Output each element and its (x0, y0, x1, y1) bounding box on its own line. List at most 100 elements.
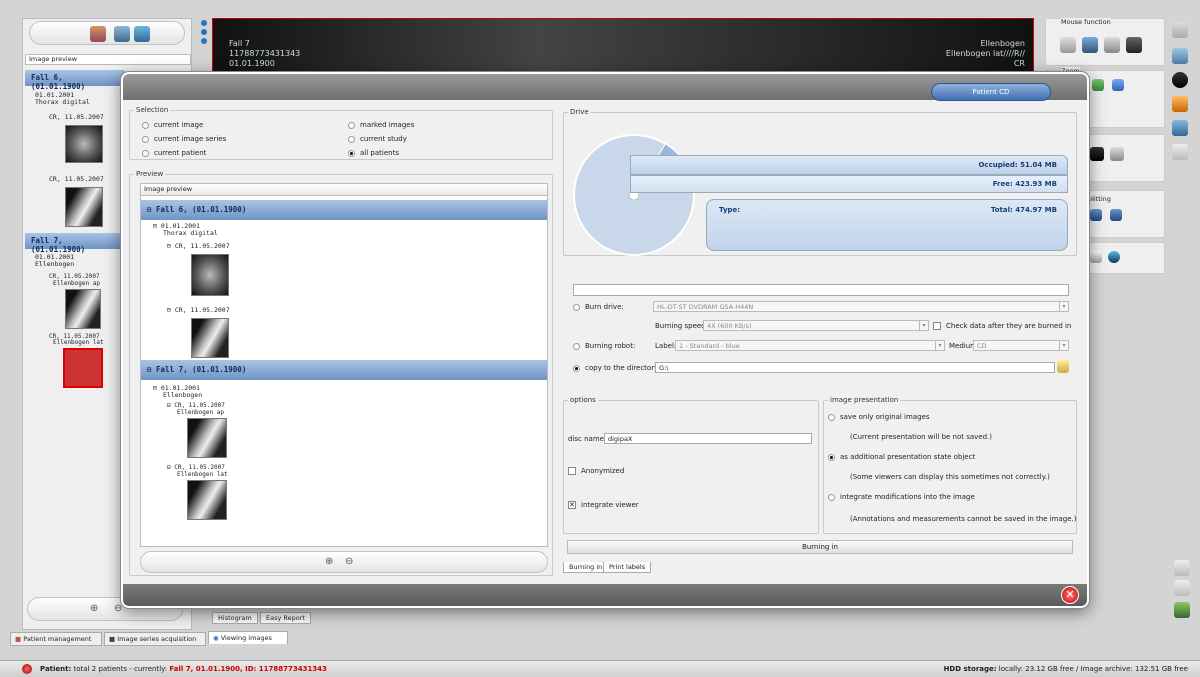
left-thumb-3[interactable] (65, 289, 101, 329)
option-burning-robot[interactable]: Burning robot: (573, 342, 635, 350)
trash-icon[interactable] (1174, 602, 1190, 618)
radio-burning-robot[interactable] (573, 342, 580, 350)
label-select[interactable]: 1 - Standard - blue ▾ (675, 340, 945, 351)
preview-thumb-elbow-lat[interactable] (187, 480, 227, 520)
option-all-patients[interactable]: all patients (348, 149, 399, 157)
left-fall6-series1[interactable]: CR, 11.05.2007 (49, 113, 104, 121)
split-4-icon[interactable] (1110, 209, 1122, 221)
option-current-image-series[interactable]: current image series (142, 135, 226, 143)
globe-icon[interactable] (1108, 251, 1120, 263)
rotate-icon[interactable] (1082, 37, 1098, 53)
radio-current-patient[interactable] (142, 149, 149, 157)
option-burn-drive[interactable]: Burn drive: (573, 303, 624, 311)
check-data-checkbox[interactable] (933, 322, 941, 330)
option-current-image[interactable]: current image (142, 121, 203, 129)
tree-fall6[interactable]: ⊟ Fall 6, (01.01.1900) (141, 200, 547, 220)
left-fall6-series2[interactable]: CR, 11.05.2007 (49, 175, 104, 183)
left-fall7-series2-sub[interactable]: Ellenbogen lat (53, 339, 104, 346)
preview-thumb-chest-2[interactable] (191, 318, 229, 358)
tree-fall7-series2[interactable]: ⊟ CR, 11.05.2007 (167, 464, 225, 471)
anonymized-option[interactable]: Anonymized (568, 467, 624, 475)
radio-original-images[interactable] (828, 413, 835, 421)
burning-in-button[interactable]: Burning in (567, 540, 1073, 554)
radio-copy-directory[interactable] (573, 364, 580, 372)
tab-burning-in[interactable]: Burning in (563, 562, 609, 573)
check-data-option[interactable]: Check data after they are burned in (933, 322, 1071, 330)
radio-burn-drive[interactable] (573, 303, 580, 311)
series-icon[interactable] (114, 26, 130, 42)
zoom-in-icon[interactable]: ⊕ (90, 603, 98, 614)
tab-print-labels[interactable]: Print labels (603, 562, 652, 573)
tab-easy-report[interactable]: Easy Report (260, 612, 311, 624)
integrate-viewer-checkbox[interactable]: ✕ (568, 501, 576, 509)
option-current-patient[interactable]: current patient (142, 149, 206, 157)
radio-all-patients[interactable] (348, 149, 355, 157)
annotate-icon[interactable] (1172, 22, 1188, 38)
radio-presentation-state[interactable] (828, 453, 835, 461)
patient-cd-button[interactable]: Patient CD (931, 83, 1051, 101)
option-marked-images[interactable]: marked images (348, 121, 414, 129)
tab-histogram[interactable]: Histogram (212, 612, 258, 624)
left-thumb-2[interactable] (65, 187, 103, 227)
option-integrate-modifications[interactable]: integrate modifications into the image (828, 493, 975, 501)
left-thumb-1[interactable] (65, 125, 103, 163)
option-current-study[interactable]: current study (348, 135, 407, 143)
document-icon[interactable] (1090, 251, 1102, 263)
contrast-icon[interactable] (1126, 37, 1142, 53)
radio-integrate-modifications[interactable] (828, 493, 835, 501)
folder-browse-icon[interactable] (1057, 360, 1069, 373)
option-presentation-state[interactable]: as additional presentation state object (828, 453, 975, 461)
image-viewer[interactable]: Fall 7 11788773431343 01.01.1900 Ellenbo… (212, 18, 1034, 78)
layout-icon[interactable] (1110, 147, 1124, 161)
zoom-fit-icon[interactable] (1092, 79, 1104, 91)
stack-icon[interactable] (1172, 144, 1188, 160)
copy-directory-input[interactable]: G:\ (655, 362, 1055, 373)
tree-fall7-series1[interactable]: ⊟ CR, 11.05.2007 (167, 402, 225, 409)
crop-icon[interactable] (1172, 120, 1188, 136)
preview-zoom-out-icon[interactable]: ⊖ (345, 556, 353, 567)
zoom-out-icon[interactable]: ⊖ (114, 603, 122, 614)
window-level-icon[interactable] (1172, 72, 1188, 88)
burn-drive-select[interactable]: HL-DT-ST DVDRAM GSA-H44N ▾ (653, 301, 1069, 312)
disc-name-input[interactable]: digipaX (604, 433, 812, 444)
radio-current-image-series[interactable] (142, 135, 149, 143)
left-thumb-selected[interactable] (63, 348, 103, 388)
option-original-images[interactable]: save only original images (828, 413, 929, 421)
split-2-icon[interactable] (1090, 209, 1102, 221)
left-fall7-series1-sub[interactable]: Ellenbogen ap (53, 280, 100, 287)
patient-icon[interactable] (90, 26, 106, 42)
left-fall7-series1[interactable]: CR, 11.05.2007 (49, 273, 100, 280)
tab-patient-management[interactable]: ■ Patient management (10, 632, 102, 646)
option-copy-directory[interactable]: copy to the directory: (573, 364, 660, 372)
preview-thumb-elbow-ap[interactable] (187, 418, 227, 458)
integrate-viewer-option[interactable]: ✕ integrate viewer (568, 501, 639, 509)
radio-current-study[interactable] (348, 135, 355, 143)
sync-icon[interactable] (1172, 48, 1188, 64)
tools-icon[interactable] (1172, 96, 1188, 112)
left-fall7-desc[interactable]: Ellenbogen (35, 260, 74, 268)
frame-icon[interactable] (1090, 147, 1104, 161)
magnify-icon[interactable] (1104, 37, 1120, 53)
tree-fall6-series1[interactable]: ⊟ CR, 11.05.2007 (167, 242, 230, 250)
undo-icon[interactable] (1174, 560, 1190, 576)
tree-fall7[interactable]: ⊟ Fall 7, (01.01.1900) (141, 360, 547, 380)
tab-image-series-acquisition[interactable]: ■ Image series acquisition (104, 632, 206, 646)
burning-speed-select[interactable]: 4X (600 KB/s) ▾ (703, 320, 929, 331)
anonymized-checkbox[interactable] (568, 467, 576, 475)
tab-viewing-images[interactable]: ◉ Viewing images (208, 631, 288, 644)
left-fall7[interactable]: Fall 7, (01.01.1900) (25, 233, 125, 254)
hand-icon[interactable] (1060, 37, 1076, 53)
preview-thumb-chest-1[interactable] (191, 254, 229, 296)
zoom-expand-icon[interactable] (1112, 79, 1124, 91)
preview-zoom-in-icon[interactable]: ⊕ (325, 556, 333, 567)
selection-group: Selection current image marked images cu… (129, 106, 553, 160)
tree-fall6-series2[interactable]: ⊟ CR, 11.05.2007 (167, 306, 230, 314)
redo-icon[interactable] (1174, 580, 1190, 596)
list-icon[interactable] (134, 26, 150, 42)
close-icon[interactable]: ✕ (1061, 586, 1079, 604)
left-fall6-desc[interactable]: Thorax digital (35, 98, 90, 106)
radio-current-image[interactable] (142, 121, 149, 129)
left-fall6[interactable]: Fall 6, (01.01.1900) (25, 70, 125, 91)
radio-marked-images[interactable] (348, 121, 355, 129)
medium-select[interactable]: CD ▾ (973, 340, 1069, 351)
